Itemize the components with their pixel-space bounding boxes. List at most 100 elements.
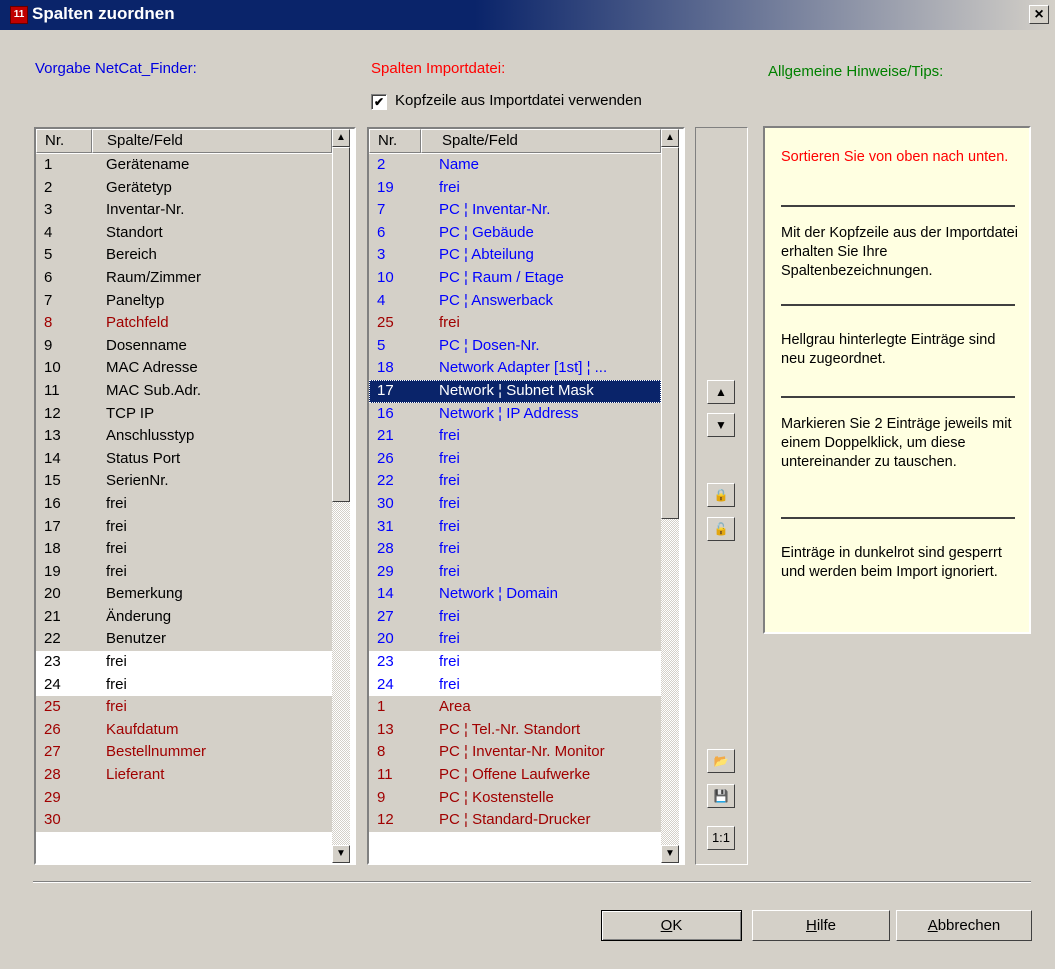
table-row[interactable]: 23 frei [36, 651, 336, 674]
scroll-down-icon[interactable]: ▼ [332, 845, 350, 863]
table-row[interactable]: 20 Bemerkung [36, 583, 336, 606]
table-row[interactable]: 12 TCP IP [36, 402, 336, 426]
row-field: frei [439, 675, 460, 693]
table-row[interactable]: 13 Anschlusstyp [36, 425, 336, 448]
table-row[interactable]: 23 frei [369, 651, 661, 674]
table-row[interactable]: 22 frei [369, 470, 661, 493]
table-row[interactable]: 16 frei [36, 492, 336, 516]
table-row[interactable]: 14 Status Port [36, 447, 336, 471]
row-field: frei [439, 562, 460, 580]
table-row[interactable]: 11 MAC Sub.Adr. [36, 379, 336, 403]
table-row[interactable]: 9 PC ¦ Kostenstelle [369, 786, 661, 810]
table-row[interactable]: 19 frei [36, 560, 336, 584]
default-columns-list[interactable]: Nr. Spalte/Feld 1 Gerätename 2 Gerätetyp 3 In… [34, 127, 356, 865]
table-row[interactable]: 30 frei [369, 492, 661, 516]
table-row[interactable]: 18 Network Adapter [1st] ¦ ... [369, 357, 661, 380]
table-row[interactable]: 17 Network ¦ Subnet Mask [369, 379, 661, 403]
lock-button[interactable]: 🔒 [707, 483, 735, 507]
table-row[interactable]: 4 PC ¦ Answerback [369, 289, 661, 313]
table-row[interactable]: 6 Raum/Zimmer [36, 266, 336, 290]
table-row[interactable]: 5 PC ¦ Dosen-Nr. [369, 334, 661, 358]
table-row[interactable]: 8 Patchfeld [36, 312, 336, 335]
table-row[interactable]: 13 PC ¦ Tel.-Nr. Standort [369, 718, 661, 742]
table-row[interactable]: 7 Paneltyp [36, 289, 336, 313]
one-to-one-button[interactable]: 1:1 [707, 826, 735, 850]
table-row[interactable]: 2 Gerätetyp [36, 176, 336, 200]
table-row[interactable]: 16 Network ¦ IP Address [369, 402, 661, 426]
row-field: Kaufdatum [106, 720, 179, 738]
middle-col-header-field[interactable]: Spalte/Feld [421, 129, 661, 153]
scroll-thumb[interactable] [332, 147, 350, 502]
middle-col-header-nr[interactable]: Nr. [369, 129, 421, 153]
table-row[interactable]: 9 Dosenname [36, 334, 336, 358]
row-field: Anschlusstyp [106, 427, 195, 445]
left-scrollbar[interactable]: ▲ ▼ [332, 129, 350, 863]
scroll-up-icon[interactable]: ▲ [661, 129, 679, 147]
table-row[interactable]: 3 Inventar-Nr. [36, 199, 336, 222]
close-button[interactable]: × [1029, 5, 1049, 24]
table-row[interactable]: 18 frei [36, 538, 336, 561]
table-row[interactable]: 25 frei [36, 696, 336, 719]
row-nr: 17 [44, 517, 61, 535]
table-row[interactable]: 26 frei [369, 447, 661, 471]
scroll-up-icon[interactable]: ▲ [332, 129, 350, 147]
table-row[interactable]: 3 PC ¦ Abteilung [369, 244, 661, 267]
table-row[interactable]: 17 frei [36, 515, 336, 539]
table-row[interactable]: 29 [36, 786, 336, 810]
table-row[interactable]: 6 PC ¦ Gebäude [369, 221, 661, 245]
table-row[interactable]: 31 frei [369, 515, 661, 539]
table-row[interactable]: 2 Name [369, 154, 661, 177]
table-row[interactable]: 4 Standort [36, 221, 336, 245]
table-row[interactable]: 28 frei [369, 538, 661, 561]
help-button-hotkey: H [805, 917, 817, 934]
table-row[interactable]: 27 frei [369, 605, 661, 629]
table-row[interactable]: 14 Network ¦ Domain [369, 583, 661, 606]
table-row[interactable]: 24 frei [369, 673, 661, 697]
row-nr: 13 [377, 720, 394, 738]
table-row[interactable]: 28 Lieferant [36, 764, 336, 787]
table-row[interactable]: 1 Area [369, 696, 661, 719]
table-row[interactable]: 26 Kaufdatum [36, 718, 336, 742]
table-row[interactable]: 24 frei [36, 673, 336, 697]
move-down-button[interactable]: ▼ [707, 413, 735, 437]
import-columns-list[interactable]: Nr. Spalte/Feld 2 Name 19 frei 7 PC ¦ Inventa… [367, 127, 685, 865]
table-row[interactable]: 29 frei [369, 560, 661, 584]
table-row[interactable]: 27 Bestellnummer [36, 741, 336, 765]
row-nr: 11 [377, 766, 393, 784]
table-row[interactable]: 8 PC ¦ Inventar-Nr. Monitor [369, 741, 661, 765]
table-row[interactable]: 20 frei [369, 628, 661, 652]
table-row[interactable]: 11 PC ¦ Offene Laufwerke [369, 764, 661, 787]
scroll-thumb[interactable] [661, 147, 679, 519]
left-col-header-field[interactable]: Spalte/Feld [92, 129, 332, 153]
row-field: Area [439, 698, 471, 716]
move-up-button[interactable]: ▲ [707, 380, 735, 404]
ok-button[interactable]: OK [601, 910, 742, 941]
scroll-down-icon[interactable]: ▼ [661, 845, 679, 863]
row-nr: 19 [377, 178, 394, 196]
table-row[interactable]: 10 MAC Adresse [36, 357, 336, 380]
table-row[interactable]: 1 Gerätename [36, 154, 336, 177]
table-row[interactable]: 21 frei [369, 425, 661, 448]
table-row[interactable]: 5 Bereich [36, 244, 336, 267]
table-row[interactable]: 22 Benutzer [36, 628, 336, 652]
table-row[interactable]: 10 PC ¦ Raum / Etage [369, 266, 661, 290]
table-row[interactable]: 12 PC ¦ Standard-Drucker [369, 809, 661, 832]
window-title: Spalten zuordnen [32, 4, 175, 23]
middle-scrollbar[interactable]: ▲ ▼ [661, 129, 679, 863]
table-row[interactable]: 15 SerienNr. [36, 470, 336, 493]
table-row[interactable]: 21 Änderung [36, 605, 336, 629]
row-field: frei [439, 653, 460, 671]
help-button[interactable]: Hilfe [752, 910, 890, 941]
table-row[interactable]: 30 [36, 809, 336, 832]
header-row-checkbox[interactable]: ✔ [371, 94, 387, 110]
unlock-button[interactable]: 🔓 [707, 517, 735, 541]
table-row[interactable]: 25 frei [369, 312, 661, 335]
cancel-button[interactable]: Abbrechen [896, 910, 1032, 941]
left-col-header-nr[interactable]: Nr. [36, 129, 92, 153]
header-row-checkbox-label[interactable]: Kopfzeile aus Importdatei verwenden [395, 92, 642, 109]
tip-divider [781, 205, 1015, 207]
table-row[interactable]: 7 PC ¦ Inventar-Nr. [369, 199, 661, 222]
save-button[interactable]: 💾 [707, 784, 735, 808]
open-file-button[interactable]: 📂 [707, 749, 735, 773]
table-row[interactable]: 19 frei [369, 176, 661, 200]
